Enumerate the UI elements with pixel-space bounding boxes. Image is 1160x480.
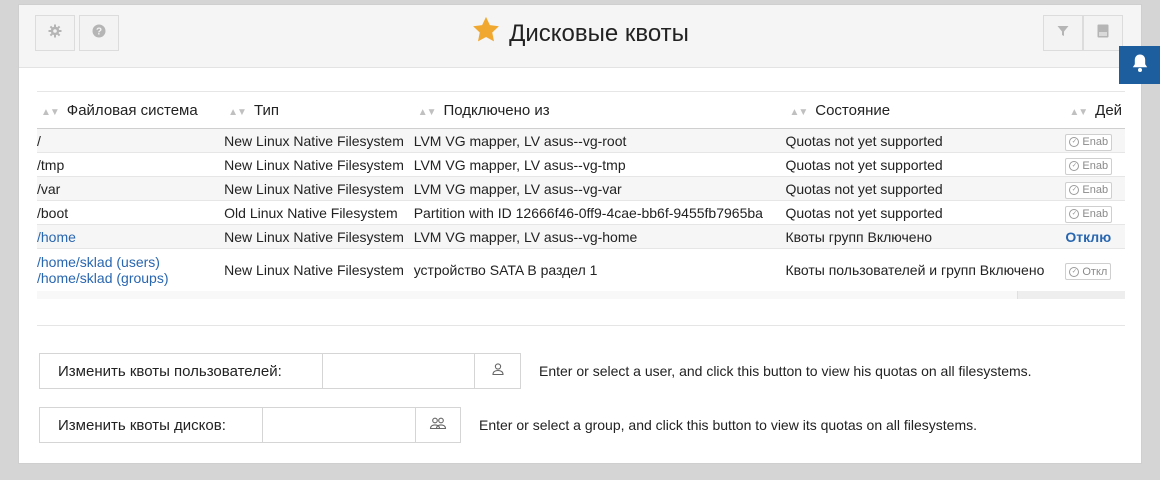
page-title: Дисковые квоты [471, 15, 689, 52]
enable-quotas-button[interactable]: ✓ Enab [1065, 205, 1113, 223]
cell-state: Quotas not yet supported [785, 152, 1066, 177]
user-select-button[interactable] [475, 353, 521, 389]
cell-filesystem: /var [37, 176, 225, 201]
divider [37, 325, 1125, 326]
users-icon [429, 416, 447, 435]
cell-mounted-from: LVM VG mapper, LV asus--vg-home [413, 224, 786, 249]
cell-filesystem: /home/sklad (users) /home/sklad (groups) [37, 248, 225, 292]
disable-quotas-link[interactable]: Отклю [1065, 229, 1111, 245]
table-row: / New Linux Native Filesystem LVM VG map… [37, 128, 1125, 153]
cell-action: ✓ Enab [1065, 200, 1125, 225]
filter-icon [1057, 24, 1069, 42]
group-select-button[interactable] [416, 407, 461, 443]
filesystem-link[interactable]: /home [37, 229, 76, 245]
filter-button[interactable] [1043, 15, 1083, 51]
cell-type: New Linux Native Filesystem [224, 248, 414, 292]
cell-filesystem: /tmp [37, 152, 225, 177]
user-icon [491, 362, 505, 381]
panel-header: ? Дисковые квоты [19, 5, 1141, 68]
column-header-type[interactable]: ▲▼ Тип [224, 91, 414, 129]
column-header-filesystem[interactable]: ▲▼ Файловая система [37, 91, 225, 129]
table-header-row: ▲▼ Файловая система ▲▼ Тип ▲▼ Подключено из… [37, 91, 1125, 129]
cell-type: New Linux Native Filesystem [224, 224, 414, 249]
user-quota-help-text: Enter or select a user, and click this b… [539, 363, 1032, 379]
sort-icon: ▲▼ [228, 106, 247, 118]
cell-type: New Linux Native Filesystem [224, 128, 414, 153]
cell-type: New Linux Native Filesystem [224, 176, 414, 201]
sort-icon: ▲▼ [1069, 106, 1088, 118]
page-title-text: Дисковые квоты [509, 19, 689, 47]
enable-quotas-button[interactable]: ✓ Enab [1065, 181, 1113, 199]
table-row: /var New Linux Native Filesystem LVM VG … [37, 176, 1125, 201]
filesystem-users-link[interactable]: /home/sklad (users) [37, 254, 224, 270]
cell-action: ✓ Enab [1065, 152, 1125, 177]
enable-quotas-button[interactable]: ✓ Enab [1065, 133, 1113, 151]
check-circle-icon: ✓ [1069, 161, 1080, 172]
database-icon [1097, 24, 1109, 43]
check-circle-icon: ✓ [1069, 266, 1080, 277]
group-quota-form: Изменить квоты дисков: Enter or select a… [39, 407, 977, 443]
cell-filesystem: /home [37, 224, 225, 249]
cell-action: ✓ Enab [1065, 176, 1125, 201]
disable-quotas-button[interactable]: ✓ Откл [1065, 263, 1112, 281]
cell-type: New Linux Native Filesystem [224, 152, 414, 177]
group-input[interactable] [263, 407, 416, 443]
horizontal-scrollbar[interactable] [37, 291, 1125, 299]
cell-type: Old Linux Native Filesystem [224, 200, 414, 225]
cell-mounted-from: устройство SATA B раздел 1 [413, 248, 786, 292]
sort-icon: ▲▼ [417, 106, 437, 118]
cell-action: ✓ Откл [1065, 248, 1125, 292]
user-quota-button[interactable]: Изменить квоты пользователей: [39, 353, 323, 389]
cell-state: Квоты групп Включено [785, 224, 1066, 249]
cell-mounted-from: LVM VG mapper, LV asus--vg-tmp [413, 152, 786, 177]
filesystem-groups-link[interactable]: /home/sklad (groups) [37, 270, 224, 286]
cell-action: ✓ Enab [1065, 128, 1125, 153]
cell-mounted-from: LVM VG mapper, LV asus--vg-var [413, 176, 786, 201]
table-row: /home/sklad (users) /home/sklad (groups)… [37, 248, 1125, 292]
cell-filesystem: / [37, 128, 225, 153]
cell-state: Квоты пользователей и групп Включено [785, 248, 1066, 292]
cell-state: Quotas not yet supported [785, 200, 1066, 225]
check-circle-icon: ✓ [1069, 185, 1080, 196]
cell-action: Отклю [1065, 224, 1125, 249]
group-quota-help-text: Enter or select a group, and click this … [479, 417, 978, 433]
filesystems-table-wrapper: ▲▼ Файловая система ▲▼ Тип ▲▼ Подключено из… [37, 91, 1125, 297]
enable-quotas-button[interactable]: ✓ Enab [1065, 157, 1113, 175]
cell-state: Quotas not yet supported [785, 176, 1066, 201]
bell-icon [1131, 53, 1149, 78]
table-row: /boot Old Linux Native Filesystem Partit… [37, 200, 1125, 225]
column-header-state[interactable]: ▲▼ Состояние [785, 91, 1066, 129]
scrollbar-thumb[interactable] [37, 291, 1018, 299]
check-circle-icon: ✓ [1069, 137, 1080, 148]
sort-icon: ▲▼ [41, 106, 60, 118]
user-input[interactable] [323, 353, 475, 389]
cell-mounted-from: LVM VG mapper, LV asus--vg-root [413, 128, 786, 153]
group-quota-button[interactable]: Изменить квоты дисков: [39, 407, 263, 443]
sort-icon: ▲▼ [789, 106, 808, 118]
table-row: /home New Linux Native Filesystem LVM VG… [37, 224, 1125, 249]
column-header-action[interactable]: ▲▼ Дей [1065, 91, 1125, 129]
cell-state: Quotas not yet supported [785, 128, 1066, 153]
title-area: Дисковые квоты [19, 15, 1141, 52]
star-icon [471, 15, 501, 52]
module-config-button[interactable] [1083, 15, 1123, 51]
table-row: /tmp New Linux Native Filesystem LVM VG … [37, 152, 1125, 177]
cell-filesystem: /boot [37, 200, 225, 225]
column-header-mounted-from[interactable]: ▲▼ Подключено из [413, 91, 786, 129]
filesystems-table: ▲▼ Файловая система ▲▼ Тип ▲▼ Подключено из… [37, 91, 1125, 292]
quota-panel: ? Дисковые квоты ▲▼ Файловая система ▲▼ … [18, 4, 1142, 464]
cell-mounted-from: Partition with ID 12666f46-0ff9-4cae-bb6… [413, 200, 786, 225]
user-quota-form: Изменить квоты пользователей: Enter or s… [39, 353, 1032, 389]
check-circle-icon: ✓ [1069, 209, 1080, 220]
notifications-button[interactable] [1119, 46, 1160, 84]
